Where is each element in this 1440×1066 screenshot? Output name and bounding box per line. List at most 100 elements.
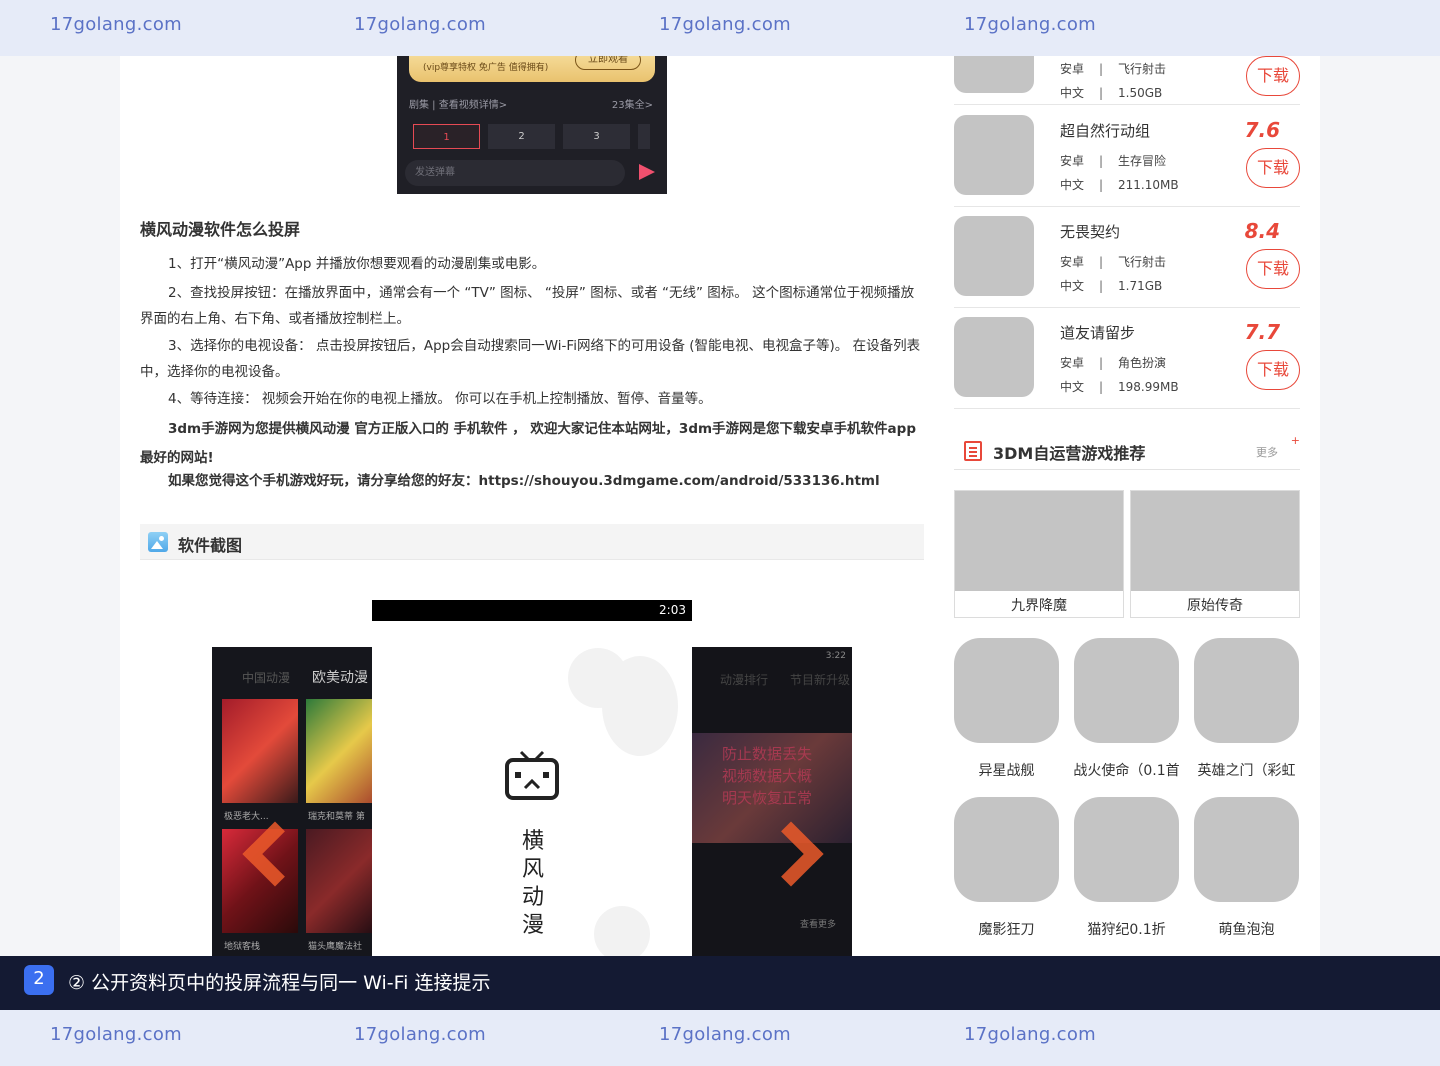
card-image[interactable] <box>1074 638 1179 743</box>
card-label[interactable]: 猫狩纪0.1折 <box>1068 919 1185 939</box>
recommend-header: 3DM自运营游戏推荐 更多 + <box>954 428 1300 470</box>
gallery-screenshot-right[interactable]: 3:22 动漫排行 节目新升级 防止数据丢失 视频数据大概 明天恢复正常 查看更… <box>692 647 852 956</box>
poster-label: 瑞克和莫蒂 第 <box>308 812 365 822</box>
episodes-count: 23集全> <box>611 100 653 111</box>
splash-char: 横 <box>521 829 544 854</box>
card-image[interactable] <box>1194 797 1299 902</box>
watermark-text: 17golang.com <box>964 14 1096 35</box>
article-paragraph: 1、打开“横风动漫”App 并播放你想要观看的动漫剧集或电影。 <box>168 256 546 272</box>
download-button[interactable]: 下载 <box>1246 56 1300 96</box>
card-label[interactable]: 原始传奇 <box>1131 595 1299 615</box>
article-paragraph: 3、选择你的电视设备： 点击投屏按钮后，App会自动搜索同一Wi-Fi网络下的可… <box>140 338 921 380</box>
notice-line: 明天恢复正常 <box>722 789 813 807</box>
card-label[interactable]: 异星战舰 <box>948 760 1065 780</box>
watermark-text: 17golang.com <box>50 1024 182 1045</box>
splash-title: 横 风 动 漫 <box>520 828 546 940</box>
watermark-text: 17golang.com <box>659 1024 791 1045</box>
gallery-screenshot-center: 2:03 横 风 动 漫 <box>372 600 692 956</box>
recommend-card[interactable]: 魔影狂刀 <box>954 797 1059 943</box>
game-meta: 安卓 | 角色扮演 <box>1060 356 1167 370</box>
episode-item: 2 <box>488 124 555 149</box>
game-meta: 安卓 | 飞行射击 <box>1060 62 1167 76</box>
recommend-card-large[interactable]: 原始传奇 <box>1130 490 1300 618</box>
download-button[interactable]: 下载 <box>1246 350 1300 390</box>
card-image[interactable] <box>1194 638 1299 743</box>
gallery-tab-active: 欧美动漫 <box>312 670 368 686</box>
card-label[interactable]: 九界降魔 <box>955 595 1123 615</box>
recommend-card[interactable]: 猫狩纪0.1折 <box>1074 797 1179 943</box>
notice-line: 防止数据丢失 <box>722 745 813 763</box>
card-image[interactable] <box>954 638 1059 743</box>
article-share-text: 如果您觉得这个手机游戏好玩，请分享给您的好友：https://shouyou.3… <box>168 473 880 489</box>
more-link[interactable]: 更多 <box>1256 444 1278 460</box>
watermark-text: 17golang.com <box>659 14 791 35</box>
card-label[interactable]: 魔影狂刀 <box>948 919 1065 939</box>
download-button[interactable]: 下载 <box>1246 148 1300 188</box>
article-paragraph: 4、等待连接： 视频会开始在你的电视上播放。 你可以在手机上控制播放、暂停、音量… <box>168 391 712 407</box>
game-meta: 中文 | 198.99MB <box>1060 380 1179 394</box>
watermark-bar-top: 17golang.com 17golang.com 17golang.com 1… <box>0 0 1440 56</box>
status-time: 3:22 <box>825 651 846 661</box>
game-meta: 安卓 | 飞行射击 <box>1060 255 1167 269</box>
episode-item: 3 <box>563 124 630 149</box>
recommend-card[interactable]: 英雄之门（彩虹 <box>1194 638 1299 784</box>
game-name[interactable]: 道友请留步 <box>1060 322 1135 343</box>
watermark-bar-bottom: 17golang.com 17golang.com 17golang.com 1… <box>0 1010 1440 1066</box>
splash-char: 动 <box>521 885 544 910</box>
recommend-card[interactable]: 异星战舰 <box>954 638 1059 784</box>
card-image[interactable] <box>954 797 1059 902</box>
game-score: 8.4 <box>1244 219 1280 243</box>
game-meta: 中文 | 1.71GB <box>1060 279 1163 293</box>
card-label[interactable]: 战火使命（0.1首 <box>1068 760 1185 780</box>
gallery-tab: 中国动漫 <box>242 671 291 685</box>
game-score: 7.7 <box>1244 320 1280 344</box>
card-image[interactable] <box>1131 491 1299 591</box>
gallery-screenshot-left[interactable]: 中国动漫 欧美动漫 极恶老大... 瑞克和莫蒂 第 地狱客栈 猫头鹰魔法社 <box>212 647 372 956</box>
watermark-text: 17golang.com <box>50 14 182 35</box>
recommend-title: 3DM自运营游戏推荐 <box>993 444 1146 463</box>
caption-bar: 2 ② 公开资料页中的投屏流程与同一 Wi-Fi 连接提示 <box>0 956 1440 1010</box>
screenshot-section-header: 软件截图 <box>140 524 924 560</box>
game-thumbnail[interactable] <box>954 216 1034 296</box>
content-page: (vip尊享特权 免广告 值得拥有) 立即观看 剧集 | 查看视频详情> 23集… <box>120 56 1320 956</box>
game-list-item[interactable]: 道友请留步 7.7 安卓 | 角色扮演 中文 | 198.99MB 下载 <box>954 308 1300 409</box>
picture-icon <box>148 532 168 552</box>
card-image[interactable] <box>1074 797 1179 902</box>
recommend-card[interactable]: 萌鱼泡泡 <box>1194 797 1299 943</box>
poster-image <box>222 699 298 803</box>
watermark-text: 17golang.com <box>964 1024 1096 1045</box>
poster-label: 极恶老大... <box>224 812 269 822</box>
watermark-text: 17golang.com <box>354 1024 486 1045</box>
caption-text: ② 公开资料页中的投屏流程与同一 Wi-Fi 连接提示 <box>68 972 491 994</box>
notice-text: 防止数据丢失 视频数据大概 明天恢复正常 <box>722 743 812 809</box>
game-name[interactable]: 超自然行动组 <box>1060 120 1150 141</box>
game-list-item[interactable]: 安卓 | 飞行射击 中文 | 1.50GB 下载 <box>954 56 1300 105</box>
sidebar: 安卓 | 飞行射击 中文 | 1.50GB 下载 超自然行动组 7.6 安卓 | 生存冒险 … <box>954 56 1300 956</box>
game-list-item[interactable]: 无畏契约 8.4 安卓 | 飞行射击 中文 | 1.71GB 下载 <box>954 207 1300 308</box>
splash-char: 风 <box>521 857 544 882</box>
game-thumbnail[interactable] <box>954 115 1034 195</box>
game-list-item[interactable]: 超自然行动组 7.6 安卓 | 生存冒险 中文 | 211.10MB 下载 <box>954 106 1300 207</box>
game-thumbnail[interactable] <box>954 317 1034 397</box>
see-more-link: 查看更多 <box>800 920 837 930</box>
decor-blob <box>602 656 678 756</box>
plus-icon[interactable]: + <box>1291 434 1300 447</box>
download-button[interactable]: 下载 <box>1246 249 1300 289</box>
game-name[interactable]: 无畏契约 <box>1060 221 1120 242</box>
phone-status-bar: 2:03 <box>372 600 692 621</box>
poster-image <box>306 829 372 933</box>
card-label[interactable]: 英雄之门（彩虹 <box>1188 760 1305 780</box>
vip-banner: (vip尊享特权 免广告 值得拥有) 立即观看 <box>409 56 655 82</box>
article-heading: 横风动漫软件怎么投屏 <box>140 220 301 239</box>
card-label[interactable]: 萌鱼泡泡 <box>1188 919 1305 939</box>
card-image[interactable] <box>955 491 1123 591</box>
recommend-card-large[interactable]: 九界降魔 <box>954 490 1124 618</box>
vip-watch-button: 立即观看 <box>575 56 641 70</box>
recommend-card[interactable]: 战火使命（0.1首 <box>1073 638 1180 784</box>
game-thumbnail[interactable] <box>954 56 1034 93</box>
episode-item: 1 <box>413 124 480 149</box>
danmu-input: 发送弹幕 <box>405 160 625 186</box>
article-main: (vip尊享特权 免广告 值得拥有) 立即观看 剧集 | 查看视频详情> 23集… <box>140 56 924 956</box>
splash-char: 漫 <box>521 913 544 938</box>
watermark-text: 17golang.com <box>354 14 486 35</box>
